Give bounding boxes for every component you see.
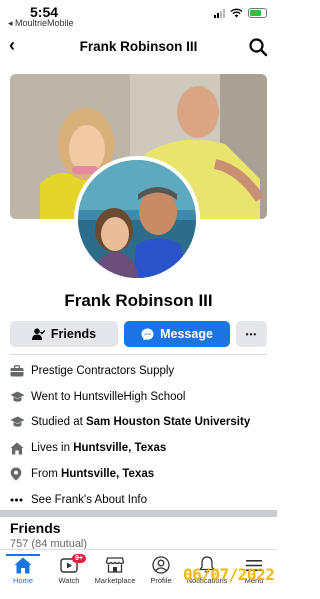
info-work-text: Prestige Contractors Supply xyxy=(31,364,175,377)
home-icon xyxy=(14,557,32,573)
briefcase-icon xyxy=(10,365,24,377)
tab-home[interactable]: Home xyxy=(0,554,46,585)
watch-notification-badge: 9+ xyxy=(72,554,86,563)
more-dots-icon: ••• xyxy=(245,329,258,339)
info-work[interactable]: Prestige Contractors Supply xyxy=(10,358,267,384)
message-button-label: Message xyxy=(160,327,213,341)
profile-avatar[interactable] xyxy=(74,156,200,282)
hometown[interactable]: Huntsville, Texas xyxy=(61,468,154,480)
friends-button[interactable]: Friends xyxy=(10,321,118,347)
current-city[interactable]: Huntsville, Texas xyxy=(73,442,166,454)
see-about-info[interactable]: See Frank's About Info xyxy=(10,487,267,513)
info-lives-in[interactable]: Lives in Huntsville, Texas xyxy=(10,435,267,461)
search-icon[interactable] xyxy=(248,37,268,57)
tab-marketplace[interactable]: Marketplace xyxy=(92,554,138,585)
friends-section-title: Friends xyxy=(10,520,61,536)
info-from-text: From Huntsville, Texas xyxy=(31,468,155,481)
wifi-icon xyxy=(230,8,243,18)
friends-button-label: Friends xyxy=(50,327,97,341)
friends-check-icon xyxy=(31,328,45,340)
battery-icon xyxy=(248,8,267,18)
tab-watch[interactable]: 9+ Watch xyxy=(46,554,92,585)
tab-profile-label: Profile xyxy=(150,576,172,585)
home-icon xyxy=(10,442,24,455)
info-college[interactable]: Studied at Sam Houston State University xyxy=(10,410,267,436)
storefront-icon xyxy=(106,557,124,573)
info-high-school-text: Went to HuntsvilleHigh School xyxy=(31,390,186,403)
status-icons xyxy=(214,8,267,18)
see-about-info-text: See Frank's About Info xyxy=(31,493,147,506)
profile-header: ‹ Frank Robinson III xyxy=(0,32,277,62)
tab-watch-label: Watch xyxy=(58,576,80,585)
profile-icon xyxy=(152,556,170,574)
graduation-cap-icon xyxy=(10,416,25,428)
intro-info-list: Prestige Contractors Supply Went to Hunt… xyxy=(10,358,267,513)
location-pin-icon xyxy=(10,467,22,481)
tab-profile[interactable]: Profile xyxy=(138,554,184,585)
cellular-signal-icon xyxy=(214,8,225,18)
college-name[interactable]: Sam Houston State University xyxy=(86,416,250,428)
section-separator xyxy=(0,510,277,517)
info-college-text: Studied at Sam Houston State University xyxy=(31,416,251,429)
photo-date-stamp: 06/07/2022 xyxy=(183,565,275,584)
info-from[interactable]: From Huntsville, Texas xyxy=(10,461,267,487)
more-dots-icon xyxy=(10,498,23,502)
info-lives-in-text: Lives in Huntsville, Texas xyxy=(31,442,167,455)
status-bar: 5:54 ◂ MoultrieMobile xyxy=(0,0,277,30)
tab-marketplace-label: Marketplace xyxy=(94,576,136,585)
info-high-school[interactable]: Went to HuntsvilleHigh School xyxy=(10,384,267,410)
more-options-button[interactable]: ••• xyxy=(236,321,267,347)
message-button[interactable]: Message xyxy=(124,321,230,347)
page-title: Frank Robinson III xyxy=(79,39,198,54)
back-to-app-link[interactable]: ◂ MoultrieMobile xyxy=(8,18,74,29)
divider xyxy=(10,354,267,355)
messenger-icon xyxy=(141,328,154,340)
graduation-cap-icon xyxy=(10,391,25,402)
profile-photo xyxy=(78,160,196,278)
profile-name: Frank Robinson III xyxy=(64,291,213,310)
tab-home-label: Home xyxy=(12,576,33,585)
